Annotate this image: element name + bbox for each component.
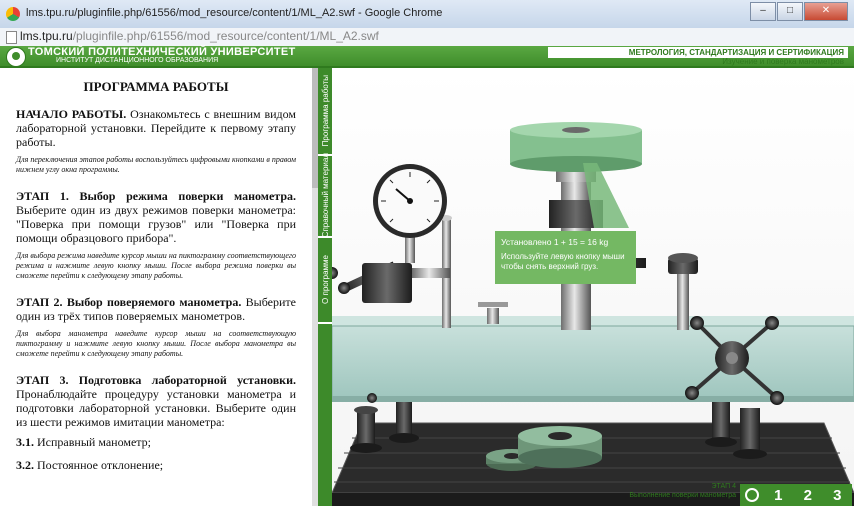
stage3-paragraph: ЭТАП 3. Подготовка лабораторной установк… bbox=[16, 373, 296, 429]
weight-tooltip: Установлено 1 + 15 = 16 kg Используйте л… bbox=[495, 231, 636, 284]
stage1-paragraph: ЭТАП 1. Выбор режима поверки манометра. … bbox=[16, 189, 296, 245]
url-text[interactable]: lms.tpu.ru/pluginfile.php/61556/mod_reso… bbox=[20, 29, 379, 43]
home-icon[interactable] bbox=[744, 488, 759, 502]
minimize-button[interactable]: – bbox=[750, 2, 776, 21]
side-tabs: Программа работы Справочный материал О п… bbox=[318, 68, 332, 506]
press-illustration bbox=[332, 122, 854, 506]
stage-button-1[interactable]: 1 bbox=[768, 487, 788, 504]
list-item: 3.2. Постоянное отклонение; bbox=[16, 458, 164, 472]
maximize-button[interactable]: □ bbox=[777, 2, 803, 21]
browser-titlebar: lms.tpu.ru/pluginfile.php/61556/mod_reso… bbox=[0, 0, 854, 29]
start-note: Для переключения этапов работы воспользу… bbox=[16, 155, 296, 174]
stage1-note: Для выбора режима наведите курсор мыши н… bbox=[16, 251, 296, 280]
tab-program[interactable]: Программа работы bbox=[318, 68, 332, 156]
step-indicator: ЭТАП 4 Выполнение поверки манометра bbox=[610, 482, 736, 500]
stage-button-3[interactable]: 3 bbox=[827, 487, 847, 504]
institute-name: ИНСТИТУТ ДИСТАНЦИОННОГО ОБРАЗОВАНИЯ bbox=[56, 57, 219, 64]
lab-subtitle: Изучение и поверка манометров bbox=[722, 57, 844, 66]
list-item: 3.1. Исправный манометр; bbox=[16, 435, 151, 449]
app-header: ТОМСКИЙ ПОЛИТЕХНИЧЕСКИЙ УНИВЕРСИТЕТ ИНСТ… bbox=[0, 46, 854, 68]
step-name: Выполнение поверки манометра bbox=[629, 492, 736, 499]
step-label: ЭТАП 4 bbox=[711, 483, 736, 490]
start-paragraph: НАЧАЛО РАБОТЫ. Ознакомьтесь с внешним ви… bbox=[16, 107, 297, 149]
program-heading: ПРОГРАММА РАБОТЫ bbox=[83, 79, 229, 94]
window-title: lms.tpu.ru/pluginfile.php/61556/mod_reso… bbox=[26, 7, 443, 19]
tab-reference[interactable]: Справочный материал bbox=[318, 153, 332, 238]
program-panel: ПРОГРАММА РАБОТЫ НАЧАЛО РАБОТЫ. Ознакомь… bbox=[0, 68, 312, 506]
weight-disc-large[interactable] bbox=[518, 426, 602, 468]
window-controls: – □ ✕ bbox=[749, 2, 848, 21]
tooltip-weight-total: Установлено 1 + 15 = 16 kg bbox=[501, 237, 609, 247]
tab-about[interactable]: О программе bbox=[318, 236, 332, 324]
address-bar[interactable]: lms.tpu.ru/pluginfile.php/61556/mod_reso… bbox=[0, 28, 854, 47]
lab-scene bbox=[332, 68, 854, 506]
manometer-gauge[interactable] bbox=[373, 164, 447, 263]
left-crank-handle[interactable] bbox=[338, 261, 450, 303]
chrome-icon bbox=[6, 7, 20, 21]
top-weight[interactable] bbox=[510, 122, 642, 172]
university-logo-icon bbox=[6, 47, 26, 67]
stage2-paragraph: ЭТАП 2. Выбор поверяемого манометра. Выб… bbox=[16, 295, 296, 323]
stage2-note: Для выбора манометра наведите курсор мыш… bbox=[16, 329, 296, 358]
close-button[interactable]: ✕ bbox=[804, 2, 848, 21]
page-icon bbox=[6, 31, 17, 44]
tooltip-hint: Используйте левую кнопку мыши чтобы снят… bbox=[501, 252, 625, 271]
stage-navigation: 1 2 3 bbox=[740, 484, 852, 506]
stage-button-2[interactable]: 2 bbox=[798, 487, 818, 504]
